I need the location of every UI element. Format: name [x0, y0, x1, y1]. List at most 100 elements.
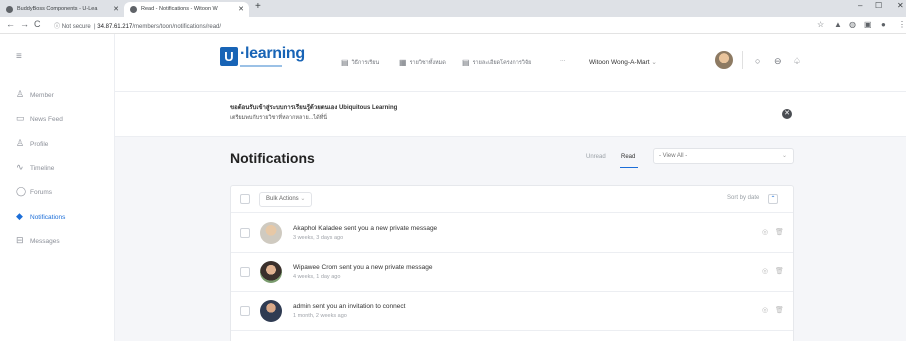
star-icon[interactable]: ☆ — [817, 20, 824, 29]
mark-read-icon[interactable]: ◎ — [762, 267, 768, 275]
filter-read[interactable]: Read — [621, 154, 635, 160]
row-checkbox[interactable] — [240, 306, 250, 316]
sidebar-item-label: Forums — [30, 189, 53, 196]
feed-icon: ▭ — [16, 113, 25, 123]
bell-icon[interactable]: ♤ — [793, 56, 801, 67]
sidebar-item-label: Timeline — [30, 165, 55, 172]
inbox-icon[interactable]: ⊖ — [774, 56, 782, 67]
user-menu[interactable]: Witoon Wong-A-Mart ⌄ — [589, 58, 657, 66]
select-all-checkbox[interactable] — [240, 194, 250, 204]
close-tab-icon[interactable]: ✕ — [113, 2, 119, 17]
user-icon: ♙ — [16, 89, 25, 99]
forums-icon: ◯ — [16, 186, 27, 196]
minimize-icon[interactable]: – — [858, 1, 862, 10]
new-tab-icon[interactable]: + — [255, 1, 261, 12]
trash-icon[interactable]: 🗑 — [775, 306, 784, 314]
url-path: /members/toon/notifications/read/ — [132, 24, 222, 30]
profile-icon: ♙ — [16, 138, 25, 148]
reload-icon[interactable]: C — [34, 19, 41, 29]
list-header: Bulk Actions ⌄ Sort by date ⌃ — [231, 186, 793, 213]
maximize-icon[interactable]: ☐ — [875, 1, 882, 10]
avatar[interactable] — [715, 51, 733, 69]
security-label: Not secure — [61, 24, 91, 30]
mark-read-icon[interactable]: ◎ — [762, 306, 768, 314]
welcome-banner: ขอต้อนรับเข้าสู่ระบบการเรียนรู้ด้วยตนเอง… — [115, 92, 906, 137]
page-title: Notifications — [230, 150, 315, 166]
sidebar-item-notifications[interactable]: ◆ Notifications — [16, 209, 111, 223]
tab-title: Read - Notifications - Witoon W — [141, 6, 218, 12]
browser-tab-buddyboss[interactable]: BuddyBoss Components - U-Lea ✕ — [0, 2, 124, 17]
sidebar-item-label: Notifications — [30, 214, 66, 221]
sidebar: ≡ ♙ Member ▭ News Feed ♙ Profile ∿ Timeline … — [0, 34, 115, 341]
chevron-down-icon: ⌄ — [781, 153, 787, 159]
chevron-down-icon: ⌄ — [651, 59, 657, 66]
filter-unread[interactable]: Unread — [586, 154, 606, 160]
row-checkbox[interactable] — [240, 228, 250, 238]
tab-title: BuddyBoss Components - U-Lea — [17, 6, 98, 12]
search-icon[interactable]: ○ — [755, 56, 760, 66]
sidebar-item-label: News Feed — [30, 116, 63, 123]
sidebar-item-messages[interactable]: ⊟ Messages — [16, 233, 111, 247]
url-field[interactable]: ⓘ Not secure | 34.87.61.217/members/toon… — [54, 21, 221, 30]
site-logo[interactable]: U ·learning — [220, 45, 310, 68]
sidebar-item-label: Messages — [30, 238, 60, 245]
browser-tab-notifications[interactable]: Read - Notifications - Witoon W ✕ — [124, 2, 249, 17]
nav-item-how-to-learn[interactable]: ▤ วิธีการเรียน — [341, 58, 379, 67]
inbox-icon: ⊟ — [16, 235, 24, 245]
notification-time: 3 weeks, 3 days ago — [293, 235, 344, 241]
hamburger-icon[interactable]: ≡ — [16, 50, 111, 64]
sidebar-item-news-feed[interactable]: ▭ News Feed — [16, 111, 111, 125]
sort-by-label: Sort by date — [727, 195, 760, 201]
row-checkbox[interactable] — [240, 267, 250, 277]
avatar[interactable] — [260, 261, 282, 283]
extension-icon[interactable]: ◍ — [849, 20, 856, 29]
sort-toggle-button[interactable]: ⌃ — [768, 194, 778, 204]
grid-icon: ▦ — [399, 58, 407, 67]
globe-icon — [130, 6, 137, 13]
sidebar-item-label: Member — [30, 92, 54, 99]
list-item: admin sent you an invitation to connect … — [231, 292, 793, 331]
timeline-icon: ∿ — [16, 162, 24, 172]
url-host: 34.87.61.217 — [97, 24, 133, 30]
sidebar-item-forums[interactable]: ◯ Forums — [16, 184, 111, 198]
extension-icon[interactable]: ▣ — [864, 20, 872, 29]
menu-dots-icon[interactable]: ⋮ — [898, 20, 906, 29]
sidebar-item-timeline[interactable]: ∿ Timeline — [16, 160, 111, 174]
nav-more-button[interactable]: ··· — [560, 58, 566, 64]
notifications-list: Bulk Actions ⌄ Sort by date ⌃ Akaphol Ka… — [230, 185, 794, 341]
notification-text[interactable]: admin sent you an invitation to connect — [293, 303, 405, 310]
profile-icon[interactable]: ● — [881, 20, 886, 29]
sidebar-item-member[interactable]: ♙ Member — [16, 87, 111, 101]
extension-icon[interactable]: ▲ — [834, 20, 842, 29]
info-icon: ⓘ — [54, 24, 61, 30]
sidebar-item-label: Profile — [30, 141, 49, 148]
nav-item-all-courses[interactable]: ▦ รายวิชาทั้งหมด — [399, 58, 446, 67]
bulk-actions-select[interactable]: Bulk Actions ⌄ — [259, 192, 313, 207]
bell-icon: ◆ — [16, 211, 23, 221]
notification-time: 1 month, 2 weeks ago — [293, 313, 347, 319]
back-arrow-icon[interactable]: ← — [6, 19, 15, 29]
avatar[interactable] — [260, 222, 282, 244]
document-icon: ▤ — [341, 58, 349, 67]
close-tab-icon[interactable]: ✕ — [238, 2, 244, 17]
forward-arrow-icon[interactable]: → — [20, 19, 29, 29]
welcome-line-1: ขอต้อนรับเข้าสู่ระบบการเรียนรู้ด้วยตนเอง… — [230, 105, 398, 111]
nav-item-research-project[interactable]: ▤ รายละเอียดโครงการวิจัย — [462, 58, 531, 67]
address-bar: ← → C ⓘ Not secure | 34.87.61.217/member… — [0, 17, 906, 34]
close-icon[interactable]: ✕ — [782, 109, 792, 119]
trash-icon[interactable]: 🗑 — [775, 228, 784, 236]
welcome-line-2: เตรียมพบกับรายวิชาที่หลากหลาย...ได้ที่นี… — [230, 115, 328, 121]
mark-read-icon[interactable]: ◎ — [762, 228, 768, 236]
trash-icon[interactable]: 🗑 — [775, 267, 784, 275]
browser-tab-strip: BuddyBoss Components - U-Lea ✕ Read - No… — [0, 0, 906, 17]
notification-text[interactable]: Akaphol Kaladee sent you a new private m… — [293, 225, 437, 232]
notification-text[interactable]: Wipawee Crom sent you a new private mess… — [293, 264, 432, 271]
sidebar-item-profile[interactable]: ♙ Profile — [16, 136, 111, 150]
view-all-select[interactable]: - View All - ⌄ — [653, 148, 794, 164]
notification-time: 4 weeks, 1 day ago — [293, 274, 341, 280]
avatar[interactable] — [260, 300, 282, 322]
document-icon: ▤ — [462, 58, 470, 67]
globe-icon — [6, 6, 13, 13]
site-header: U ·learning ▤ วิธีการเรียน ▦ รายวิชาทั้งหม… — [115, 34, 906, 92]
close-window-icon[interactable]: ✕ — [897, 1, 904, 10]
